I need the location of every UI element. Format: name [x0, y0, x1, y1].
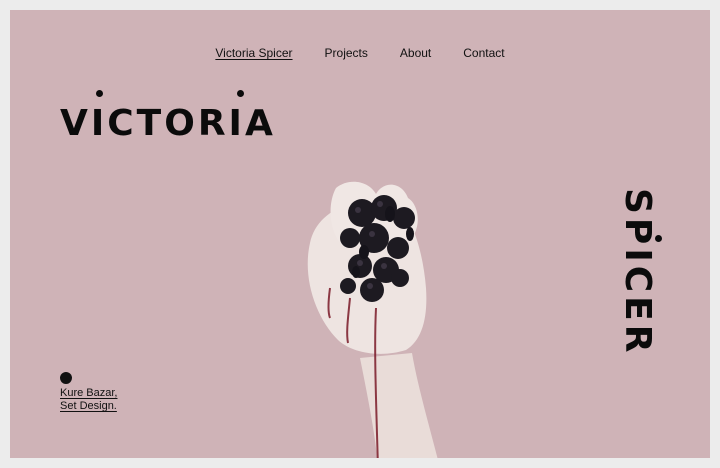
nav-about-link[interactable]: About: [400, 46, 431, 66]
hero-title-victoria: VICTORIA: [60, 103, 276, 144]
page-canvas: Victoria Spicer Projects About Contact V…: [10, 10, 710, 458]
hero-hand-image: [307, 181, 438, 458]
nav-brand-link[interactable]: Victoria Spicer: [215, 46, 292, 66]
title-accent-dot: [655, 235, 662, 242]
nav-contact-link[interactable]: Contact: [463, 46, 504, 66]
nav-projects-link[interactable]: Projects: [325, 46, 368, 66]
top-nav: Victoria Spicer Projects About Contact: [10, 46, 710, 66]
title-accent-dot: [96, 90, 103, 97]
credit-link-kure-bazar[interactable]: Kure Bazar,: [60, 387, 117, 399]
credit-link-set-design[interactable]: Set Design.: [60, 400, 117, 412]
hero-title-spicer: SPICER: [617, 188, 658, 357]
credit-dot: [60, 372, 72, 384]
credit-text: Kure Bazar, Set Design.: [60, 387, 117, 413]
title-accent-dot: [237, 90, 244, 97]
